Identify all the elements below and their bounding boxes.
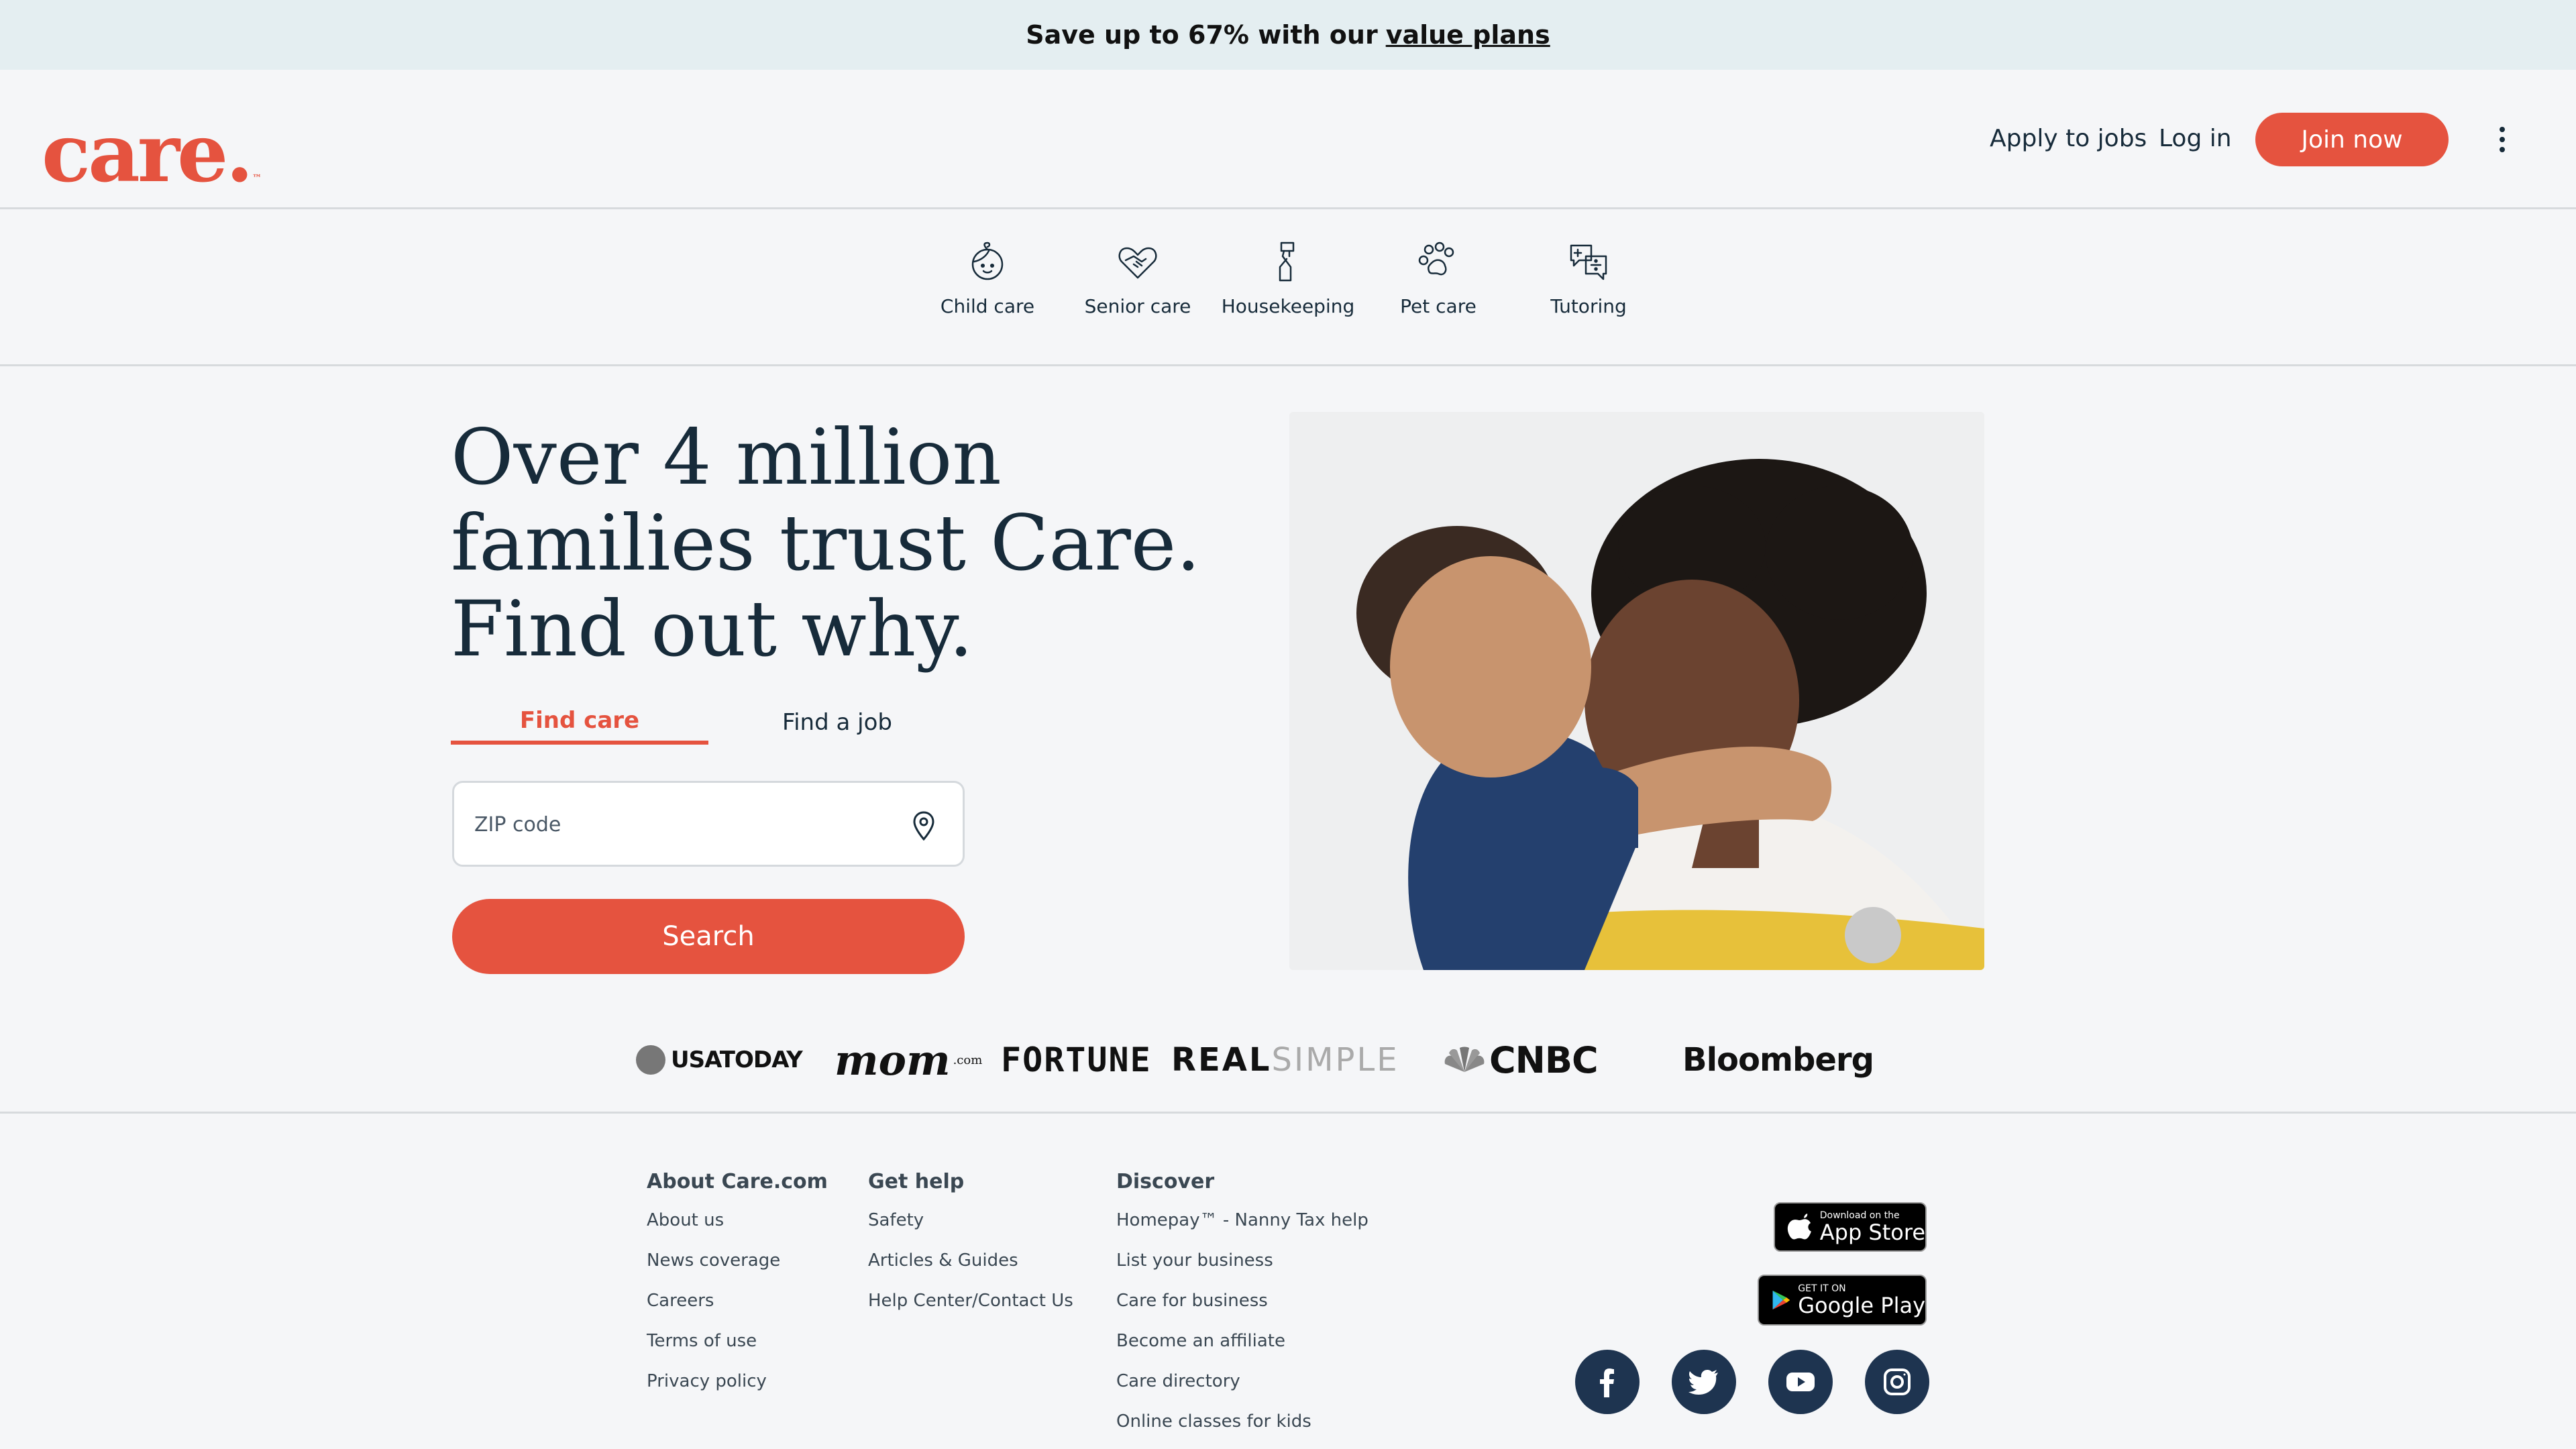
promo-text: Save up to 67% with our	[1026, 20, 1378, 50]
category-label: Senior care	[1084, 295, 1191, 317]
footer-heading: About Care.com	[647, 1170, 828, 1193]
footer-heading: Discover	[1116, 1170, 1215, 1193]
zip-code-input[interactable]	[474, 803, 877, 846]
apply-to-jobs-link[interactable]: Apply to jobs	[1990, 125, 2147, 152]
peacock-icon	[1444, 1046, 1485, 1072]
headline-line: Over 4 million	[451, 413, 1002, 502]
mom-suffix: .com	[953, 1053, 983, 1067]
fortune-logo: FORTUNE	[1001, 1040, 1152, 1079]
location-pin-icon[interactable]	[910, 811, 937, 841]
paw-icon	[1418, 241, 1454, 276]
category-nav: Child care Senior care Housekeeping Pet …	[0, 209, 2576, 366]
footer-help-column: Get help Safety Articles & Guides Help C…	[868, 1170, 1073, 1329]
mother-child-photo	[1289, 412, 1984, 970]
site-header: care. ™ Apply to jobs Log in Join now	[0, 70, 2576, 209]
footer-heading: Get help	[868, 1170, 965, 1193]
app-store-big-text: App Store	[1819, 1220, 1925, 1245]
hero-headline: Over 4 million families trust Care. Find…	[451, 413, 1201, 674]
usatoday-dot-icon	[636, 1045, 665, 1075]
youtube-link[interactable]	[1768, 1350, 1833, 1414]
category-tutoring[interactable]: Tutoring	[1515, 240, 1662, 317]
footer-link-about-us[interactable]: About us	[647, 1208, 828, 1248]
zip-code-field[interactable]	[452, 781, 965, 867]
twitter-link[interactable]	[1672, 1350, 1736, 1414]
footer-link-terms[interactable]: Terms of use	[647, 1329, 828, 1369]
footer-link-online-classes[interactable]: Online classes for kids	[1116, 1409, 1368, 1449]
logo-text: care.	[42, 106, 254, 201]
footer-link-careers[interactable]: Careers	[647, 1289, 828, 1329]
headline-line: families trust Care.	[451, 498, 1201, 588]
footer-link-care-for-business[interactable]: Care for business	[1116, 1289, 1368, 1329]
promo-banner: Save up to 67% with our value plans	[0, 0, 2576, 70]
twitter-icon	[1688, 1370, 1718, 1395]
footer-link-articles[interactable]: Articles & Guides	[868, 1248, 1073, 1289]
instagram-icon	[1884, 1368, 1911, 1395]
footer-about-column: About Care.com About us News coverage Ca…	[647, 1170, 828, 1409]
facebook-link[interactable]	[1575, 1350, 1640, 1414]
cnbc-text: CNBC	[1489, 1038, 1599, 1081]
category-housekeeping[interactable]: Housekeeping	[1214, 240, 1362, 317]
child-face-icon	[971, 241, 1004, 280]
tab-find-care[interactable]: Find care	[451, 700, 708, 745]
category-label: Tutoring	[1550, 295, 1627, 317]
spray-bottle-icon	[1279, 241, 1295, 282]
footer-discover-column: Discover Homepay™ - Nanny Tax help List …	[1116, 1170, 1368, 1449]
tab-find-a-job[interactable]: Find a job	[708, 700, 966, 745]
footer-link-news-coverage[interactable]: News coverage	[647, 1248, 828, 1289]
category-label: Pet care	[1400, 295, 1477, 317]
google-play-badge[interactable]: GET IT ON Google Play	[1758, 1275, 1927, 1326]
footer-link-list-business[interactable]: List your business	[1116, 1248, 1368, 1289]
facebook-icon	[1600, 1368, 1614, 1397]
cnbc-logo: CNBC	[1442, 1033, 1599, 1087]
more-menu-icon[interactable]	[2487, 118, 2517, 161]
search-button[interactable]: Search	[452, 899, 965, 974]
value-plans-link[interactable]: value plans	[1386, 20, 1550, 50]
mom-text: mom	[835, 1035, 951, 1085]
care-logo[interactable]: care. ™	[42, 106, 262, 201]
footer-link-affiliate[interactable]: Become an affiliate	[1116, 1329, 1368, 1369]
category-child-care[interactable]: Child care	[914, 240, 1061, 317]
headline-line: Find out why.	[451, 584, 973, 674]
footer-link-help-center[interactable]: Help Center/Contact Us	[868, 1289, 1073, 1329]
heart-hands-icon	[1118, 247, 1157, 279]
app-store-badge[interactable]: Download on the App Store	[1774, 1202, 1927, 1252]
youtube-icon	[1786, 1373, 1815, 1391]
usatoday-logo: USATODAY	[636, 1033, 803, 1087]
google-play-big-text: Google Play	[1798, 1293, 1925, 1318]
mom-com-logo: mom .com	[835, 1033, 982, 1087]
footer-link-privacy[interactable]: Privacy policy	[647, 1369, 828, 1409]
usatoday-text: USATODAY	[671, 1046, 803, 1073]
math-bubble-icon	[1570, 244, 1607, 280]
bloomberg-logo: Bloomberg	[1682, 1041, 1874, 1079]
real-text: REAL	[1171, 1041, 1272, 1079]
hero-photo	[1289, 412, 1984, 970]
category-label: Child care	[940, 295, 1035, 317]
apple-icon	[1787, 1213, 1811, 1240]
simple-text: SIMPLE	[1271, 1041, 1399, 1079]
real-simple-logo: REAL SIMPLE	[1171, 1033, 1399, 1087]
join-now-button[interactable]: Join now	[2255, 113, 2449, 166]
log-in-link[interactable]: Log in	[2159, 125, 2232, 152]
footer-divider	[0, 1112, 2576, 1114]
category-senior-care[interactable]: Senior care	[1064, 240, 1212, 317]
google-play-icon	[1772, 1290, 1790, 1310]
category-label: Housekeeping	[1221, 295, 1355, 317]
logo-trademark: ™	[252, 173, 262, 184]
footer-link-safety[interactable]: Safety	[868, 1208, 1073, 1248]
category-pet-care[interactable]: Pet care	[1364, 240, 1512, 317]
instagram-link[interactable]	[1865, 1350, 1929, 1414]
footer-link-homepay[interactable]: Homepay™ - Nanny Tax help	[1116, 1208, 1368, 1248]
footer-link-care-directory[interactable]: Care directory	[1116, 1369, 1368, 1409]
